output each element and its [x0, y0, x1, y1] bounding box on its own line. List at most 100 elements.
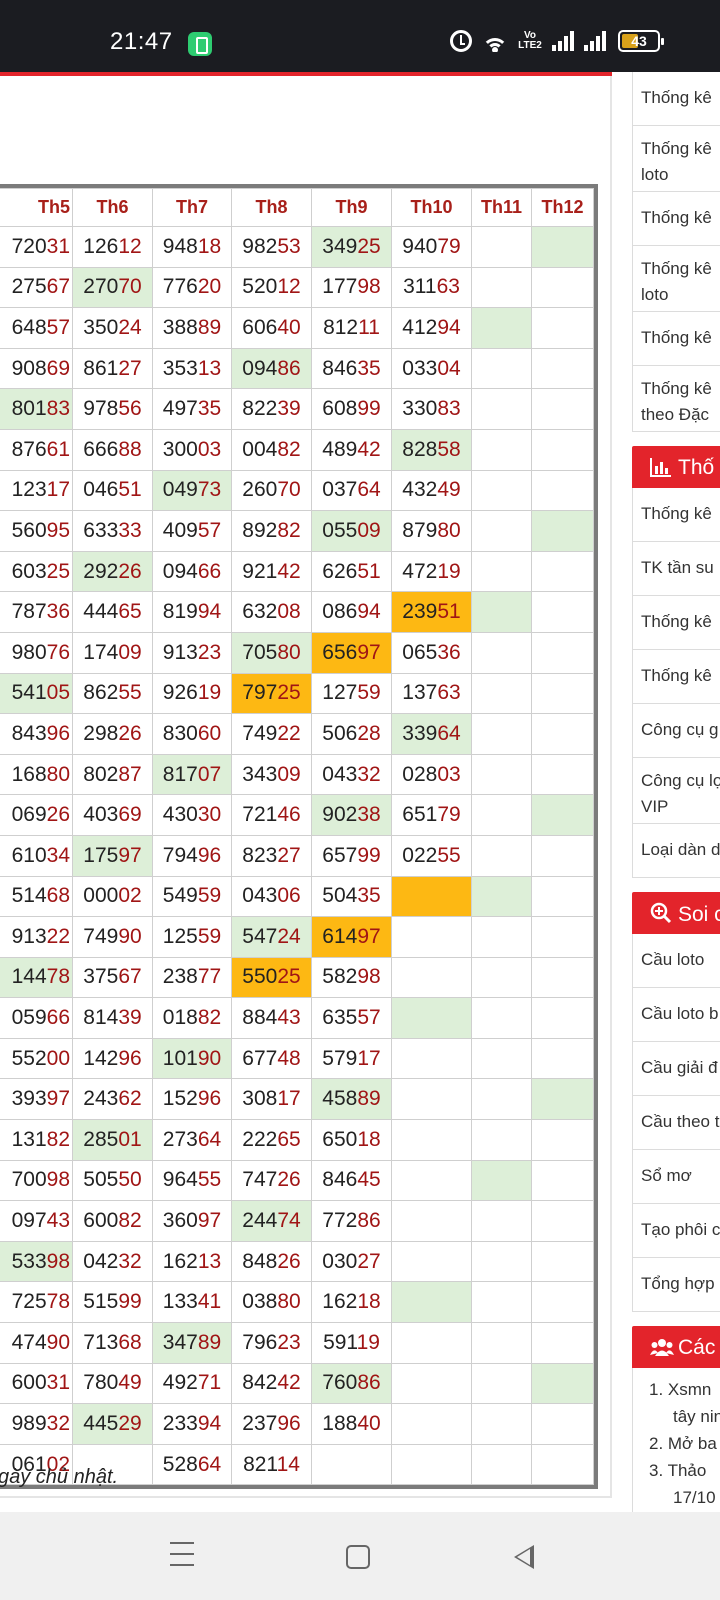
sidebar-heading-statistics: Thố	[632, 446, 720, 488]
table-row: 55200 14296 10190 67748 57917	[0, 1037, 594, 1080]
table-header-row: Th5 Th6 Th7 Th8 Th9 Th10 Th11 Th12	[0, 188, 594, 227]
result-cell	[471, 1159, 532, 1202]
sidebar-stat-link[interactable]: Thống kê loto	[632, 246, 720, 312]
sidebar-stat-link[interactable]: Thống kê loto	[632, 126, 720, 192]
home-button[interactable]	[346, 1545, 370, 1569]
result-cell	[471, 875, 532, 918]
table-row: 51468 00002 54959 04306 50435	[0, 875, 594, 918]
result-cell: 59119	[311, 1322, 392, 1364]
result-cell	[391, 1078, 472, 1121]
result-cell: 54105	[0, 672, 73, 715]
signal-icon	[552, 31, 574, 51]
sidebar-soi-cau-link[interactable]: Tổng hợp	[632, 1258, 720, 1312]
result-cell: 27364	[152, 1119, 232, 1161]
back-button[interactable]	[514, 1545, 534, 1569]
result-cell: 60082	[72, 1200, 153, 1242]
result-cell: 00482	[231, 428, 312, 471]
result-cell: 23877	[152, 956, 232, 999]
sidebar-group-tools: Thống kê TK tần su Thống kê Thống kê Công cụ…	[632, 488, 720, 878]
sidebar-heading-label: Các	[678, 1336, 716, 1359]
recent-apps-button[interactable]	[170, 1542, 200, 1572]
result-cell: 49271	[152, 1362, 232, 1405]
result-cell: 61034	[0, 834, 73, 877]
result-cell: 33083	[391, 388, 472, 430]
sidebar-tool-link[interactable]: Thống kê	[632, 488, 720, 542]
result-cell	[531, 347, 594, 390]
result-cell	[311, 1443, 392, 1486]
column-header-th11: Th11	[471, 188, 532, 227]
result-cell: 30003	[152, 428, 232, 471]
result-cell	[391, 1362, 472, 1405]
result-cell	[391, 1281, 472, 1324]
sidebar-tool-link[interactable]: Thống kê	[632, 650, 720, 704]
sidebar-soi-cau-link[interactable]: Sổ mơ	[632, 1150, 720, 1204]
forum-list-item[interactable]: 1. Xsmn	[649, 1376, 720, 1403]
result-cell	[391, 1443, 472, 1486]
column-header-th10: Th10	[391, 188, 472, 227]
result-cell	[471, 672, 532, 715]
sidebar-stat-link[interactable]: Thống kê	[632, 192, 720, 246]
sidebar-soi-cau-link[interactable]: Cầu loto	[632, 934, 720, 988]
forum-list-item[interactable]: 3. Thảo	[649, 1457, 720, 1484]
result-cell	[391, 1119, 472, 1161]
sidebar-tool-link[interactable]: Thống kê	[632, 596, 720, 650]
result-cell: 10190	[152, 1037, 232, 1080]
result-cell	[471, 794, 532, 836]
result-cell: 02255	[391, 834, 472, 877]
sidebar-soi-cau-link[interactable]: Cầu theo t	[632, 1096, 720, 1150]
result-cell: 03027	[311, 1240, 392, 1283]
result-cell: 29226	[72, 550, 153, 593]
result-cell: 06536	[391, 631, 472, 674]
result-cell: 80183	[0, 388, 73, 430]
sidebar-stat-link[interactable]: Thống kê	[632, 312, 720, 366]
result-cell	[531, 428, 594, 471]
forum-list-item[interactable]: 17/10	[649, 1484, 720, 1511]
result-cell	[531, 1443, 594, 1486]
results-table: Th5 Th6 Th7 Th8 Th9 Th10 Th11 Th12 72031 12612 94…	[0, 188, 594, 1486]
result-cell: 04232	[72, 1240, 153, 1283]
forum-list-item[interactable]: 2. Mở ba	[649, 1430, 720, 1457]
forum-list-item[interactable]: tây nin	[649, 1403, 720, 1430]
table-row: 13182 28501 27364 22265 65018	[0, 1119, 594, 1161]
web-page[interactable]: Th5 Th6 Th7 Th8 Th9 Th10 Th11 Th12 72031 12612 94…	[0, 72, 720, 1512]
sidebar-tool-link[interactable]: Công cụ g	[632, 704, 720, 758]
sidebar-heading-soi-cau: Soi c	[632, 892, 720, 934]
table-row: 72031 12612 94818 98253 34925 94079	[0, 226, 594, 268]
sidebar-soi-cau-link[interactable]: Tạo phôi c	[632, 1204, 720, 1258]
sidebar-stat-link[interactable]: Thống kê	[632, 72, 720, 126]
result-cell: 82114	[231, 1443, 312, 1486]
result-cell: 03304	[391, 347, 472, 390]
result-cell: 72578	[0, 1281, 73, 1324]
result-cell	[531, 1322, 594, 1364]
table-row: 09743 60082 36097 24474 77286	[0, 1200, 594, 1242]
battery-icon: 43	[618, 30, 664, 52]
result-cell: 28501	[72, 1119, 153, 1161]
sidebar-tool-link[interactable]: Loại dàn d	[632, 824, 720, 878]
sidebar-tool-link[interactable]: Công cụ lọ VIP	[632, 758, 720, 824]
result-cell: 81211	[311, 307, 392, 349]
result-cell: 86255	[72, 672, 153, 715]
sidebar-stat-link[interactable]: Thống kê theo Đặc	[632, 366, 720, 432]
sidebar-soi-cau-link[interactable]: Cầu loto b	[632, 988, 720, 1042]
result-cell: 84826	[231, 1240, 312, 1283]
result-cell	[471, 1403, 532, 1445]
result-cell	[391, 1200, 472, 1242]
result-cell	[471, 510, 532, 552]
result-cell	[391, 1240, 472, 1283]
sidebar-tool-link[interactable]: TK tần su	[632, 542, 720, 596]
result-cell: 54959	[152, 875, 232, 918]
result-cell: 83060	[152, 713, 232, 755]
result-cell: 34309	[231, 753, 312, 796]
result-cell	[531, 1037, 594, 1080]
result-cell: 79623	[231, 1322, 312, 1364]
result-cell: 13182	[0, 1119, 73, 1161]
result-cell	[531, 956, 594, 999]
result-cell: 92142	[231, 550, 312, 593]
table-row: 91322 74990 12559 54724 61497	[0, 916, 594, 958]
sidebar-soi-cau-link[interactable]: Cầu giải đ	[632, 1042, 720, 1096]
table-row: 72578 51599 13341 03880 16218	[0, 1281, 594, 1324]
result-cell	[471, 388, 532, 430]
result-cell: 60899	[311, 388, 392, 430]
result-cell: 13341	[152, 1281, 232, 1324]
result-cell: 09486	[231, 347, 312, 390]
